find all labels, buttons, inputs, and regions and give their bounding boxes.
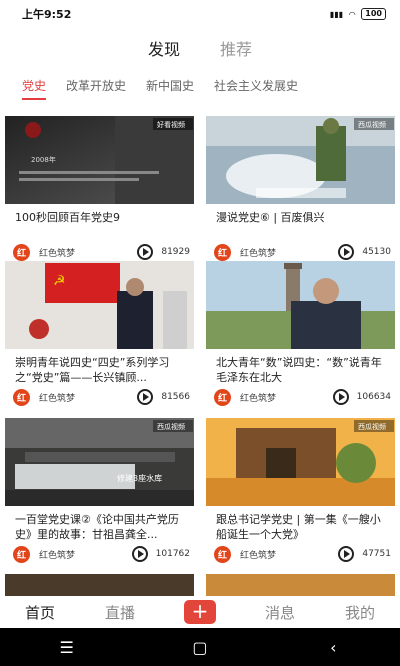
wifi-icon: ◠: [349, 9, 356, 19]
view-count: 106634: [356, 392, 391, 402]
video-title: 跟总书记学党史 | 第一集《一艘小船诞生一个大党》: [216, 513, 381, 541]
channel-logo-icon: 红: [214, 388, 231, 406]
status-icons: ▮▮▮ ◠ 100: [330, 8, 386, 20]
category-tab-reform-history[interactable]: 改革开放史: [66, 74, 126, 100]
author-name: 红色筑梦: [39, 248, 76, 259]
video-meta: 红 红色筑梦 81929: [13, 241, 190, 263]
nav-home[interactable]: 首页: [0, 602, 80, 623]
video-card[interactable]: 西瓜视频 修建3座水库 一百堂党史课②《论中国共产党历史》里的故事：甘祖昌龚全.…: [5, 418, 194, 565]
video-thumbnail: 2008年 好看视频: [5, 116, 194, 204]
status-bar: 上午9:52 ▮▮▮ ◠ 100: [0, 0, 400, 28]
category-tab-socialism-history[interactable]: 社会主义发展史: [214, 74, 298, 100]
play-count-icon: [137, 244, 154, 260]
home-icon[interactable]: ▢: [170, 638, 230, 657]
battery-icon: 100: [361, 8, 386, 20]
tab-discover[interactable]: 发现: [148, 36, 180, 60]
video-thumbnail: [206, 261, 395, 349]
play-count-icon: [137, 389, 154, 405]
category-tabs: 党史 改革开放史 新中国史 社会主义发展史: [22, 74, 298, 100]
video-title: 漫说党史⑥ | 百废俱兴: [216, 211, 325, 224]
top-tabs: 发现 推荐: [0, 36, 400, 60]
play-count-icon: [131, 546, 148, 562]
video-meta: 红 红色筑梦 81566: [13, 386, 190, 408]
author-name: 红色筑梦: [39, 550, 76, 561]
status-time: 上午9:52: [22, 8, 72, 21]
nav-mine[interactable]: 我的: [320, 602, 400, 623]
signal-icon: ▮▮▮: [329, 9, 344, 19]
category-tab-new-china-history[interactable]: 新中国史: [146, 74, 194, 100]
play-count-icon: [338, 244, 355, 260]
video-title: 崇明青年说四史“四史”系列学习之“党史”篇——长兴镇顾...: [15, 356, 170, 384]
video-thumbnail: ☭: [5, 261, 194, 349]
video-meta: 红 红色筑梦 101762: [13, 543, 190, 565]
channel-logo-icon: 红: [13, 545, 30, 563]
author-name: 红色筑梦: [240, 248, 277, 259]
svg-text:☭: ☭: [53, 273, 66, 289]
video-thumbnail-peek[interactable]: [5, 574, 194, 596]
thumb-overlay-text: 修建3座水库: [117, 473, 162, 483]
video-card[interactable]: 北大青年“数”说四史：“数”说青年毛泽东在北大 红 红色筑梦 106634: [206, 261, 395, 408]
view-count: 101762: [155, 549, 190, 559]
back-icon[interactable]: ‹: [303, 638, 363, 657]
view-count: 81566: [161, 392, 190, 402]
bottom-nav: 首页 直播 + 消息 我的: [0, 596, 400, 628]
play-count-icon: [338, 546, 355, 562]
brand-watermark: 西瓜视频: [157, 422, 185, 431]
channel-logo-icon: 红: [214, 243, 231, 261]
video-meta: 红 红色筑梦 47751: [214, 543, 391, 565]
channel-logo-icon: 红: [214, 545, 231, 563]
menu-icon[interactable]: ☰: [37, 638, 97, 657]
brand-watermark: 好看视频: [157, 120, 185, 129]
video-thumbnail: 西瓜视频 修建3座水库: [5, 418, 194, 506]
video-title: 100秒回顾百年党史9: [15, 211, 120, 224]
brand-watermark: 西瓜视频: [358, 422, 386, 431]
tab-recommend[interactable]: 推荐: [220, 36, 252, 60]
publish-plus-button[interactable]: +: [184, 600, 216, 624]
view-count: 45130: [362, 247, 391, 257]
play-count-icon: [332, 389, 349, 405]
nav-live[interactable]: 直播: [80, 602, 160, 623]
thumb-overlay-text: 2008年: [31, 155, 56, 164]
video-thumbnail-peek[interactable]: [206, 574, 395, 596]
video-title: 北大青年“数”说四史：“数”说青年毛泽东在北大: [216, 356, 382, 384]
channel-logo-icon: 红: [13, 388, 30, 406]
video-meta: 红 红色筑梦 45130: [214, 241, 391, 263]
brand-watermark: 西瓜视频: [358, 120, 386, 129]
video-card[interactable]: 2008年 好看视频 100秒回顾百年党史9 红 红色筑梦 81929: [5, 116, 194, 263]
system-nav-bar: ☰ ▢ ‹: [0, 628, 400, 666]
author-name: 红色筑梦: [39, 393, 76, 404]
video-card[interactable]: 西瓜视频 漫说党史⑥ | 百废俱兴 红 红色筑梦 45130: [206, 116, 395, 263]
view-count: 47751: [362, 549, 391, 559]
video-title: 一百堂党史课②《论中国共产党历史》里的故事：甘祖昌龚全...: [15, 513, 179, 541]
channel-logo-icon: 红: [13, 243, 30, 261]
category-tab-party-history[interactable]: 党史: [22, 74, 47, 100]
author-name: 红色筑梦: [240, 393, 277, 404]
video-meta: 红 红色筑梦 106634: [214, 386, 391, 408]
video-card[interactable]: 西瓜视频 跟总书记学党史 | 第一集《一艘小船诞生一个大党》 红 红色筑梦 47…: [206, 418, 395, 565]
video-thumbnail: 西瓜视频: [206, 418, 395, 506]
video-thumbnail: 西瓜视频: [206, 116, 395, 204]
video-card[interactable]: ☭ 崇明青年说四史“四史”系列学习之“党史”篇——长兴镇顾... 红 红色筑梦 …: [5, 261, 194, 408]
author-name: 红色筑梦: [240, 550, 277, 561]
nav-publish: +: [160, 600, 240, 624]
nav-messages[interactable]: 消息: [240, 602, 320, 623]
view-count: 81929: [161, 247, 190, 257]
